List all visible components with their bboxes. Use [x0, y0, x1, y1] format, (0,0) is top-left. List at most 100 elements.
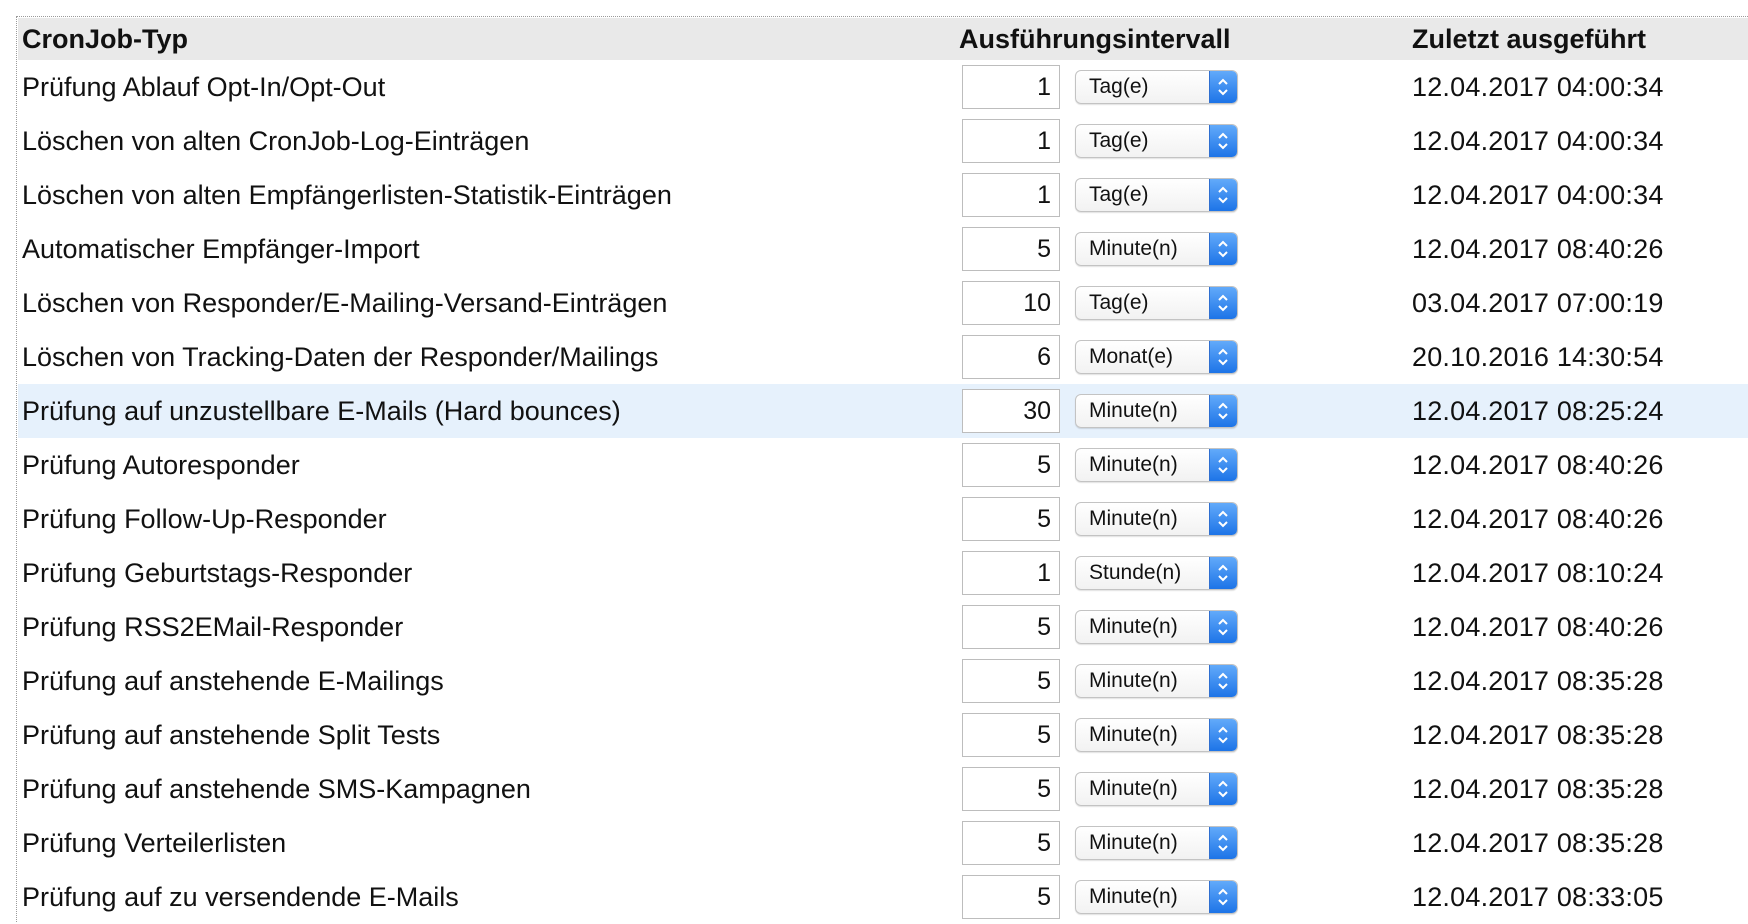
interval-value-input[interactable]: 5 — [962, 713, 1060, 757]
column-header-last-run: Zuletzt ausgeführt — [1412, 23, 1646, 54]
interval-unit-select[interactable]: Minute(n) — [1075, 502, 1238, 536]
interval-cell: 1 Tag(e) — [940, 114, 1410, 168]
interval-controls: 5 Minute(n) — [940, 227, 1410, 271]
interval-unit-label: Minute(n) — [1089, 615, 1178, 638]
interval-unit-label: Tag(e) — [1089, 291, 1149, 314]
interval-unit-select[interactable]: Tag(e) — [1075, 70, 1238, 104]
interval-unit-select[interactable]: Tag(e) — [1075, 178, 1238, 212]
interval-unit-select[interactable]: Minute(n) — [1075, 232, 1238, 266]
interval-cell: 10 Tag(e) — [940, 276, 1410, 330]
interval-unit-select[interactable]: Minute(n) — [1075, 664, 1238, 698]
cronjob-name: Prüfung auf anstehende Split Tests — [22, 719, 441, 750]
table-row: Prüfung auf anstehende E-Mailings 5 Minu… — [18, 654, 1748, 708]
interval-unit-select[interactable]: Minute(n) — [1075, 880, 1238, 914]
interval-controls: 1 Tag(e) — [940, 173, 1410, 217]
last-run-time: 12.04.2017 08:35:28 — [1412, 719, 1664, 750]
table-row: Löschen von alten CronJob-Log-Einträgen … — [18, 114, 1748, 168]
interval-cell: 5 Minute(n) — [940, 708, 1410, 762]
interval-unit-label: Minute(n) — [1089, 777, 1178, 800]
interval-value-input[interactable]: 1 — [962, 65, 1060, 109]
interval-unit-label: Minute(n) — [1089, 453, 1178, 476]
table-row: Prüfung auf unzustellbare E-Mails (Hard … — [18, 384, 1748, 438]
chevron-up-down-icon — [1209, 395, 1237, 427]
chevron-up-down-icon — [1209, 233, 1237, 265]
interval-unit-select[interactable]: Minute(n) — [1075, 610, 1238, 644]
chevron-up-down-icon — [1209, 341, 1237, 373]
last-run-time: 20.10.2016 14:30:54 — [1412, 341, 1664, 372]
table-row: Löschen von alten Empfängerlisten-Statis… — [18, 168, 1748, 222]
interval-unit-select[interactable]: Minute(n) — [1075, 826, 1238, 860]
interval-cell: 30 Minute(n) — [940, 384, 1410, 438]
interval-controls: 5 Minute(n) — [940, 821, 1410, 865]
chevron-up-down-icon — [1209, 719, 1237, 751]
interval-unit-label: Minute(n) — [1089, 831, 1178, 854]
interval-controls: 5 Minute(n) — [940, 875, 1410, 919]
interval-unit-select[interactable]: Monat(e) — [1075, 340, 1238, 374]
interval-value-input[interactable]: 5 — [962, 227, 1060, 271]
interval-cell: 5 Minute(n) — [940, 222, 1410, 276]
interval-unit-label: Minute(n) — [1089, 885, 1178, 908]
interval-unit-label: Minute(n) — [1089, 669, 1178, 692]
last-run-time: 12.04.2017 08:35:28 — [1412, 773, 1664, 804]
chevron-up-down-icon — [1209, 827, 1237, 859]
interval-value-input[interactable]: 5 — [962, 443, 1060, 487]
table-row: Prüfung auf anstehende Split Tests 5 Min… — [18, 708, 1748, 762]
interval-value-input[interactable]: 1 — [962, 551, 1060, 595]
interval-controls: 5 Minute(n) — [940, 605, 1410, 649]
cronjob-table: CronJob-Typ Ausführungsintervall Zuletzt… — [18, 18, 1748, 924]
interval-unit-label: Tag(e) — [1089, 129, 1149, 152]
interval-value-input[interactable]: 5 — [962, 605, 1060, 649]
interval-value-input[interactable]: 5 — [962, 767, 1060, 811]
interval-cell: 1 Tag(e) — [940, 168, 1410, 222]
column-header-interval: Ausführungsintervall — [959, 23, 1231, 54]
table-row: Prüfung Follow-Up-Responder 5 Minute(n) … — [18, 492, 1748, 546]
chevron-up-down-icon — [1209, 71, 1237, 103]
interval-value-input[interactable]: 5 — [962, 875, 1060, 919]
interval-controls: 1 Tag(e) — [940, 119, 1410, 163]
interval-unit-select[interactable]: Minute(n) — [1075, 718, 1238, 752]
interval-unit-select[interactable]: Tag(e) — [1075, 286, 1238, 320]
interval-cell: 5 Minute(n) — [940, 600, 1410, 654]
interval-value-input[interactable]: 6 — [962, 335, 1060, 379]
table-row: Prüfung Geburtstags-Responder 1 Stunde(n… — [18, 546, 1748, 600]
cronjob-name: Prüfung Geburtstags-Responder — [22, 557, 413, 588]
cronjob-name: Automatischer Empfänger-Import — [22, 233, 420, 264]
interval-value-input[interactable]: 30 — [962, 389, 1060, 433]
interval-unit-label: Minute(n) — [1089, 237, 1178, 260]
chevron-up-down-icon — [1209, 881, 1237, 913]
interval-controls: 6 Monat(e) — [940, 335, 1410, 379]
interval-unit-label: Minute(n) — [1089, 507, 1178, 530]
interval-value-input[interactable]: 5 — [962, 497, 1060, 541]
last-run-time: 12.04.2017 08:40:26 — [1412, 503, 1664, 534]
interval-value-input[interactable]: 1 — [962, 173, 1060, 217]
interval-unit-select[interactable]: Minute(n) — [1075, 394, 1238, 428]
interval-value-input[interactable]: 10 — [962, 281, 1060, 325]
table-row: Prüfung auf anstehende SMS-Kampagnen 5 M… — [18, 762, 1748, 816]
interval-value-input[interactable]: 1 — [962, 119, 1060, 163]
interval-unit-label: Tag(e) — [1089, 183, 1149, 206]
interval-cell: 1 Stunde(n) — [940, 546, 1410, 600]
cronjob-name: Löschen von alten Empfängerlisten-Statis… — [22, 179, 672, 210]
interval-unit-label: Minute(n) — [1089, 723, 1178, 746]
chevron-up-down-icon — [1209, 287, 1237, 319]
last-run-time: 03.04.2017 07:00:19 — [1412, 287, 1664, 318]
interval-controls: 5 Minute(n) — [940, 713, 1410, 757]
interval-unit-label: Minute(n) — [1089, 399, 1178, 422]
table-row: Prüfung Ablauf Opt-In/Opt-Out 1 Tag(e) 1… — [18, 60, 1748, 114]
interval-unit-select[interactable]: Minute(n) — [1075, 772, 1238, 806]
interval-unit-select[interactable]: Stunde(n) — [1075, 556, 1238, 590]
cronjob-name: Prüfung Follow-Up-Responder — [22, 503, 387, 534]
interval-unit-label: Monat(e) — [1089, 345, 1174, 368]
interval-controls: 5 Minute(n) — [940, 497, 1410, 541]
last-run-time: 12.04.2017 04:00:34 — [1412, 125, 1664, 156]
cronjob-name: Prüfung RSS2EMail-Responder — [22, 611, 404, 642]
interval-unit-select[interactable]: Tag(e) — [1075, 124, 1238, 158]
last-run-time: 12.04.2017 04:00:34 — [1412, 71, 1664, 102]
interval-value-input[interactable]: 5 — [962, 659, 1060, 703]
cronjob-name: Löschen von Responder/E-Mailing-Versand-… — [22, 287, 668, 318]
chevron-up-down-icon — [1209, 611, 1237, 643]
interval-value-input[interactable]: 5 — [962, 821, 1060, 865]
interval-cell: 5 Minute(n) — [940, 870, 1410, 924]
interval-unit-select[interactable]: Minute(n) — [1075, 448, 1238, 482]
table-row: Automatischer Empfänger-Import 5 Minute(… — [18, 222, 1748, 276]
